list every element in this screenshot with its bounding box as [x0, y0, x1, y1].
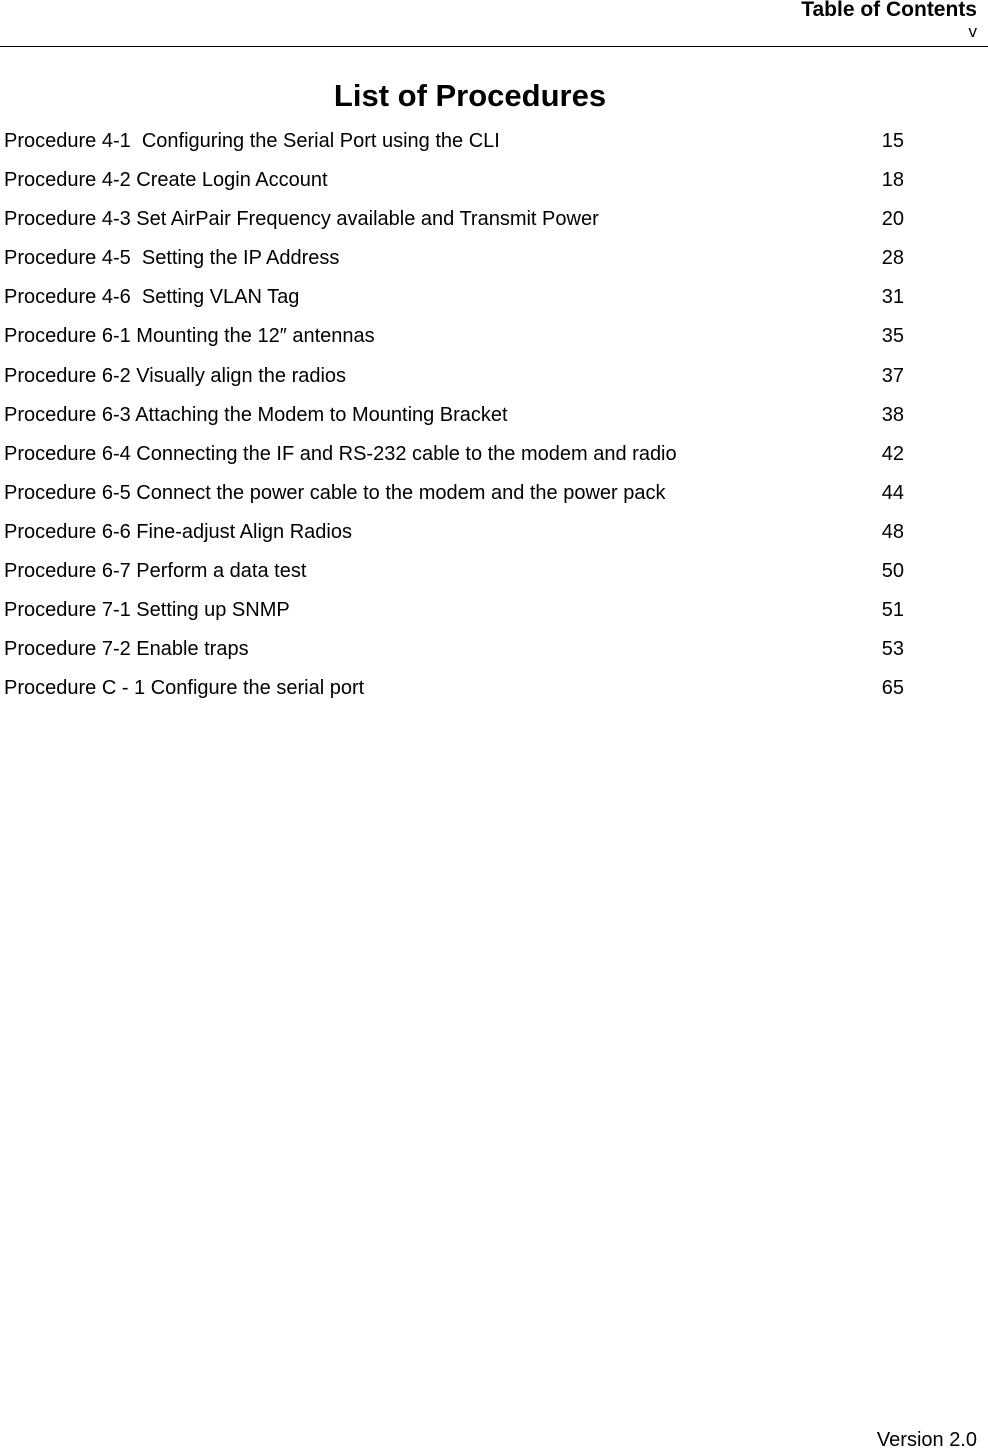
procedure-entry[interactable]: Procedure 7-1 Setting up SNMP 51	[4, 595, 904, 634]
procedure-entry[interactable]: Procedure 6-4 Connecting the IF and RS-2…	[4, 439, 904, 478]
page-title: List of Procedures	[333, 78, 607, 113]
procedure-entry[interactable]: Procedure 6-2 Visually align the radios …	[4, 361, 904, 400]
procedure-entry-title[interactable]: Procedure 7-2 Enable traps	[4, 634, 249, 664]
procedure-entry[interactable]: Procedure 4-1 Configuring the Serial Por…	[4, 126, 904, 165]
procedure-entry[interactable]: Procedure 6-5 Connect the power cable to…	[4, 478, 904, 517]
procedure-entry-page: 35	[881, 325, 904, 348]
procedure-entry-title[interactable]: Procedure 4-6 Setting VLAN Tag	[4, 282, 299, 312]
procedure-entry-page: 42	[881, 442, 904, 465]
procedure-entry-title[interactable]: Procedure 7-1 Setting up SNMP	[4, 595, 290, 625]
procedure-entry[interactable]: Procedure 4-3 Set AirPair Frequency avai…	[4, 204, 904, 243]
procedure-entry-title[interactable]: Procedure 6-1 Mounting the 12″ antennas	[4, 321, 375, 351]
procedure-entry-page: 48	[881, 520, 904, 543]
procedure-entry-page: 44	[881, 481, 904, 504]
header-page-number: v	[968, 22, 978, 41]
procedure-entry[interactable]: Procedure 4-2 Create Login Account 18	[4, 165, 904, 204]
procedure-entry[interactable]: Procedure 6-6 Fine-adjust Align Radios 4…	[4, 517, 904, 556]
procedure-entry-page: 18	[881, 169, 904, 192]
procedure-entry-page: 31	[881, 286, 904, 309]
procedure-entry[interactable]: Procedure C - 1 Configure the serial por…	[4, 673, 904, 712]
procedure-entry-title[interactable]: Procedure 4-1 Configuring the Serial Por…	[4, 126, 500, 156]
procedure-entry[interactable]: Procedure 6-1 Mounting the 12″ antennas …	[4, 321, 904, 360]
footer-version: Version 2.0	[876, 1429, 977, 1451]
procedure-entry-page: 28	[881, 247, 904, 270]
procedure-entry[interactable]: Procedure 6-7 Perform a data test 50	[4, 556, 904, 595]
procedure-entry-title[interactable]: Procedure 6-6 Fine-adjust Align Radios	[4, 517, 352, 547]
procedure-entry[interactable]: Procedure 6-3 Attaching the Modem to Mou…	[4, 400, 904, 439]
procedure-entry-page: 37	[881, 364, 904, 387]
procedure-entry[interactable]: Procedure 4-5 Setting the IP Address 28	[4, 243, 904, 282]
procedure-entry-page: 50	[881, 560, 904, 583]
procedure-entry-title[interactable]: Procedure 4-2 Create Login Account	[4, 165, 328, 195]
procedure-entry-page: 38	[881, 403, 904, 426]
procedure-entry-page: 65	[881, 677, 904, 700]
procedure-entry-title[interactable]: Procedure 4-3 Set AirPair Frequency avai…	[4, 204, 599, 234]
procedure-entry-page: 51	[881, 599, 904, 622]
header-divider	[0, 46, 988, 47]
procedure-entry-page: 53	[881, 638, 904, 661]
procedure-entry-title[interactable]: Procedure 6-7 Perform a data test	[4, 556, 306, 586]
procedure-entry-title[interactable]: Procedure 4-5 Setting the IP Address	[4, 243, 339, 273]
procedure-entry-title[interactable]: Procedure C - 1 Configure the serial por…	[4, 673, 364, 703]
procedure-entry-page: 15	[881, 130, 904, 152]
procedure-entry-page: 20	[881, 208, 904, 231]
procedure-entry-title[interactable]: Procedure 6-5 Connect the power cable to…	[4, 478, 666, 508]
procedure-entry[interactable]: Procedure 7-2 Enable traps 53	[4, 634, 904, 673]
procedure-entry-title[interactable]: Procedure 6-2 Visually align the radios	[4, 361, 346, 391]
header-section-title: Table of Contents	[801, 0, 977, 21]
procedure-list: Procedure 4-1 Configuring the Serial Por…	[4, 126, 904, 712]
procedure-entry-title[interactable]: Procedure 6-3 Attaching the Modem to Mou…	[4, 400, 508, 430]
procedure-entry[interactable]: Procedure 4-6 Setting VLAN Tag 31	[4, 282, 904, 321]
procedure-entry-title[interactable]: Procedure 6-4 Connecting the IF and RS-2…	[4, 439, 677, 469]
